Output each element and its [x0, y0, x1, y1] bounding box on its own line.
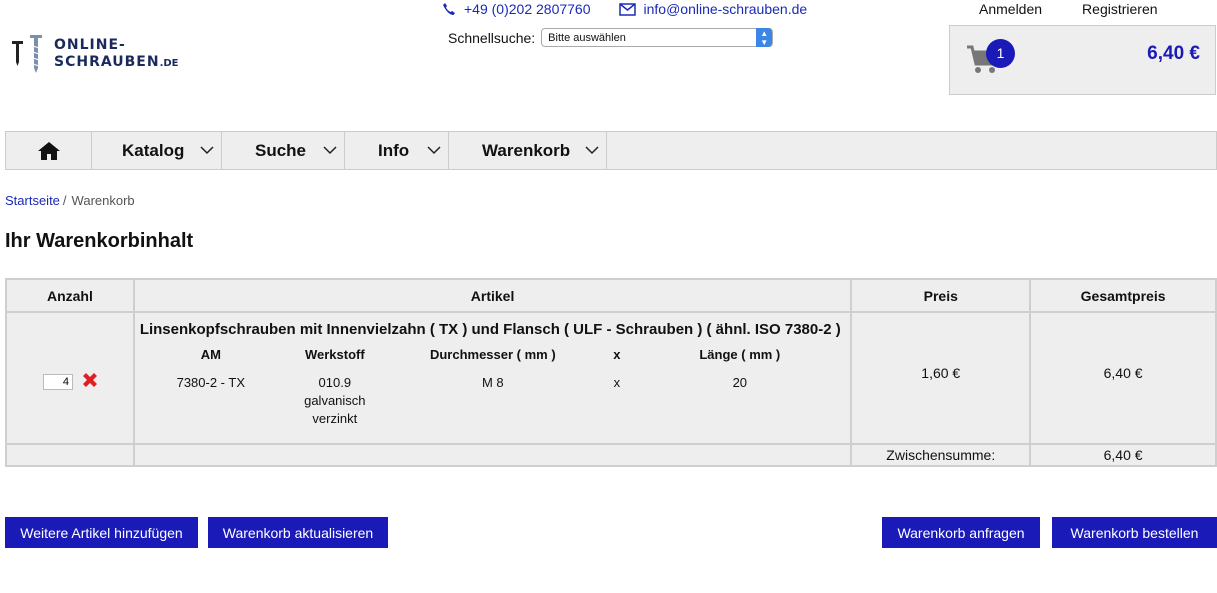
- header-article: Artikel: [132, 278, 853, 313]
- breadcrumb-home[interactable]: Startseite: [5, 193, 60, 208]
- breadcrumb-separator: /: [62, 193, 67, 208]
- select-arrows-icon: ▲ ▼: [756, 28, 773, 47]
- contact-bar: +49 (0)202 2807760 info@online-schrauben…: [442, 1, 807, 17]
- screws-logo-icon: [12, 35, 42, 73]
- phone-icon: [443, 3, 455, 15]
- remove-item-icon[interactable]: [81, 371, 99, 389]
- phone-number: +49 (0)202 2807760: [464, 1, 591, 17]
- home-icon: [37, 141, 60, 160]
- nav-suche[interactable]: Suche: [222, 132, 345, 169]
- quicksearch-select[interactable]: Bitte auswählen ▲ ▼: [541, 28, 774, 47]
- unit-price: 1,60 €: [850, 311, 1032, 445]
- attr-header-werkstoff: Werkstoff: [304, 347, 365, 362]
- subtotal-empty-cell: [5, 443, 135, 467]
- email-address: info@online-schrauben.de: [643, 1, 808, 17]
- attr-header-am: AM: [200, 347, 221, 362]
- login-link[interactable]: Anmelden: [979, 1, 1042, 17]
- attr-value-werkstoff-3: verzinkt: [312, 411, 358, 426]
- attr-value-werkstoff-1: 010.9: [318, 375, 352, 390]
- table-header-row: Anzahl Artikel Preis Gesamtpreis: [5, 278, 1217, 313]
- chevron-down-icon: [585, 146, 599, 155]
- breadcrumb-current: Warenkorb: [71, 193, 135, 208]
- cart-table: Anzahl Artikel Preis Gesamtpreis Linsenk…: [5, 278, 1217, 467]
- attr-value-werkstoff: 010.9 galvanisch verzinkt: [291, 374, 379, 428]
- attr-header-durchmesser: Durchmesser ( mm ): [429, 347, 556, 362]
- mini-cart[interactable]: 1 6,40 €: [949, 25, 1216, 95]
- qty-cell: [5, 311, 135, 445]
- order-cart-button[interactable]: Warenkorb bestellen: [1052, 517, 1217, 548]
- attr-value-x: x: [613, 375, 621, 390]
- site-logo[interactable]: ONLINE- SCHRAUBEN.DE: [10, 34, 179, 74]
- attr-header-laenge: Länge ( mm ): [699, 347, 781, 362]
- cart-total: 6,40 €: [1147, 43, 1200, 64]
- logo-line1: ONLINE-: [54, 36, 126, 53]
- article-title[interactable]: Linsenkopfschrauben mit Innenvielzahn ( …: [140, 321, 841, 338]
- article-cell: Linsenkopfschrauben mit Innenvielzahn ( …: [132, 311, 853, 445]
- subtotal-value: 6,40 €: [1029, 443, 1217, 467]
- account-links: Anmelden Registrieren: [979, 1, 1158, 17]
- chevron-down-icon: [323, 146, 337, 155]
- update-cart-button[interactable]: Warenkorb aktualisieren: [208, 517, 388, 548]
- subtotal-row: Zwischensumme: 6,40 €: [5, 443, 1217, 467]
- quicksearch-label: Schnellsuche:: [448, 29, 536, 46]
- request-cart-button[interactable]: Warenkorb anfragen: [882, 517, 1040, 548]
- nav-info[interactable]: Info: [345, 132, 449, 169]
- cart-count-badge: 1: [986, 39, 1015, 68]
- envelope-icon: [618, 2, 636, 16]
- header-total: Gesamtpreis: [1029, 278, 1217, 313]
- attr-header-x: x: [613, 347, 621, 362]
- subtotal-empty-cell: [132, 443, 853, 467]
- email-link[interactable]: info@online-schrauben.de: [618, 1, 808, 17]
- logo-wordmark: ONLINE- SCHRAUBEN.DE: [54, 37, 179, 72]
- table-row: Linsenkopfschrauben mit Innenvielzahn ( …: [5, 311, 1217, 445]
- header-qty: Anzahl: [5, 278, 135, 313]
- quantity-input[interactable]: [43, 374, 73, 390]
- chevron-down-icon: [427, 146, 441, 155]
- register-link[interactable]: Registrieren: [1082, 1, 1157, 17]
- nav-warenkorb[interactable]: Warenkorb: [449, 132, 607, 169]
- chevron-down-icon: [200, 146, 214, 155]
- nav-katalog-label: Katalog: [122, 140, 185, 160]
- quicksearch: Schnellsuche: Bitte auswählen ▲ ▼: [448, 28, 774, 47]
- breadcrumb: Startseite / Warenkorb: [5, 193, 135, 208]
- nav-info-label: Info: [378, 140, 410, 160]
- nav-suche-label: Suche: [255, 140, 307, 160]
- quicksearch-selected: Bitte auswählen: [548, 31, 626, 44]
- phone-link[interactable]: +49 (0)202 2807760: [442, 1, 591, 17]
- logo-suffix: .DE: [159, 57, 179, 69]
- line-total: 6,40 €: [1029, 311, 1217, 445]
- attr-value-am: 7380-2 - TX: [176, 375, 246, 390]
- attr-value-werkstoff-2: galvanisch: [304, 393, 366, 408]
- nav-katalog[interactable]: Katalog: [92, 132, 222, 169]
- subtotal-label: Zwischensumme:: [850, 443, 1032, 467]
- logo-line2: SCHRAUBEN: [54, 53, 160, 70]
- add-more-items-button[interactable]: Weitere Artikel hinzufügen: [5, 517, 198, 548]
- nav-warenkorb-label: Warenkorb: [482, 140, 571, 160]
- nav-home[interactable]: [6, 132, 92, 169]
- attr-value-durchmesser: M 8: [481, 375, 504, 390]
- main-nav: Katalog Suche Info Warenkorb: [5, 131, 1217, 170]
- page-title: Ihr Warenkorbinhalt: [5, 230, 194, 252]
- header-price: Preis: [850, 278, 1032, 313]
- attr-value-laenge: 20: [732, 375, 748, 390]
